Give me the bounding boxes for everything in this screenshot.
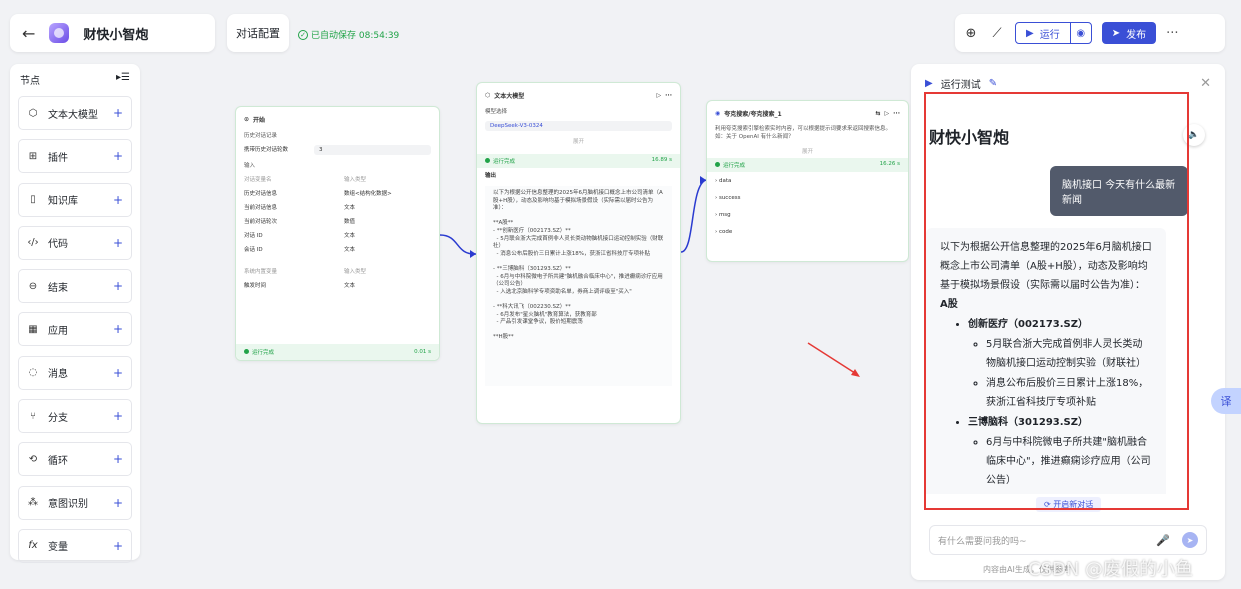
panel-title: 运行测试 bbox=[940, 80, 981, 91]
model-label: 模型选择 bbox=[485, 109, 508, 115]
output-label: 输出 bbox=[485, 173, 497, 179]
output-field: data bbox=[718, 178, 732, 184]
watermark: CSDN @废假的小鱼 bbox=[1028, 559, 1194, 580]
node-title: 夸克搜索/夸克搜索_1 bbox=[724, 111, 782, 118]
more-icon[interactable]: ··· bbox=[665, 92, 672, 99]
var-name: 对话 ID bbox=[244, 233, 263, 239]
swap-icon[interactable]: ⇆ bbox=[876, 110, 881, 117]
node-description: 利用夸克搜索引擎检索实时内容，可以根据提示词要求来返回搜索信息。如：关于 Ope… bbox=[715, 126, 892, 140]
search-node-icon: ◉ bbox=[715, 110, 721, 117]
status-text: 运行完成 bbox=[493, 159, 516, 165]
expand-toggle[interactable]: 展开 bbox=[477, 134, 680, 148]
var-name: 触发时间 bbox=[244, 283, 267, 289]
status-text: 运行完成 bbox=[252, 350, 275, 356]
var-type: 数值 bbox=[344, 219, 356, 225]
annotation-arrow bbox=[807, 342, 859, 376]
annotation-box bbox=[924, 92, 1189, 510]
input-label: 输入 bbox=[244, 163, 256, 169]
play-icon[interactable]: ▷ bbox=[657, 92, 662, 99]
node-title: 文本大模型 bbox=[494, 93, 525, 100]
node-llm[interactable]: ⬡ 文本大模型 ▷ ··· 模型选择 DeepSeek-V3-0324 展开 运行完成… bbox=[476, 82, 681, 424]
rounds-label: 携带历史对话轮数 bbox=[244, 147, 289, 153]
chat-input[interactable]: 有什么需要问我的吗~ 🎤 ➤ bbox=[929, 525, 1207, 555]
status-text: 运行完成 bbox=[723, 163, 746, 169]
play-icon[interactable]: ▷ bbox=[885, 110, 890, 117]
rounds-input[interactable]: 3 bbox=[314, 145, 431, 155]
var-name: 历史对话信息 bbox=[244, 191, 278, 197]
play-icon: ▶ bbox=[925, 78, 933, 89]
var-type: 文本 bbox=[344, 205, 356, 211]
var-type: 数组<结构化数据> bbox=[344, 191, 392, 197]
output-text: 以下为根据公开信息整理的2025年6月脑机接口概念上市公司清单（A股+H股），动… bbox=[485, 186, 672, 386]
start-icon: ⊙ bbox=[244, 116, 250, 123]
node-status: 运行完成 16.26 s bbox=[707, 158, 908, 172]
cube-icon: ⬡ bbox=[485, 92, 491, 99]
status-time: 16.89 s bbox=[651, 157, 672, 163]
expand-toggle[interactable]: 展开 bbox=[707, 144, 908, 158]
annotation-arrowhead bbox=[851, 369, 860, 377]
status-time: 0.01 s bbox=[414, 349, 431, 355]
status-time: 16.26 s bbox=[879, 161, 900, 167]
col-var: 对话变量名 bbox=[244, 177, 272, 183]
node-title: 开始 bbox=[253, 117, 266, 124]
sys-col: 输入类型 bbox=[344, 269, 367, 275]
translate-button[interactable]: 译 bbox=[1211, 388, 1241, 414]
output-field: msg bbox=[718, 212, 731, 218]
edge-llm-search bbox=[680, 179, 707, 253]
history-label: 历史对话记录 bbox=[244, 133, 278, 139]
edit-icon[interactable]: ✎ bbox=[989, 78, 997, 89]
sys-label: 系统内置变量 bbox=[244, 269, 278, 275]
node-search[interactable]: ◉ 夸克搜索/夸克搜索_1 ⇆ ▷ ··· 利用夸克搜索引擎检索实时内容，可以根据提示词… bbox=[706, 100, 909, 262]
node-status: 运行完成 0.01 s bbox=[236, 344, 439, 360]
input-placeholder: 有什么需要问我的吗~ bbox=[938, 536, 1027, 547]
output-field: success bbox=[718, 195, 741, 201]
node-status: 运行完成 16.89 s bbox=[477, 154, 680, 168]
microphone-icon[interactable]: 🎤 bbox=[1156, 534, 1170, 547]
close-icon[interactable]: ✕ bbox=[1200, 76, 1211, 91]
var-type: 文本 bbox=[344, 247, 356, 253]
node-start[interactable]: ⊙ 开始 历史对话记录 携带历史对话轮数 3 输入 对话变量名 输入类型 历史对话信息… bbox=[235, 106, 440, 361]
more-icon[interactable]: ··· bbox=[893, 110, 900, 117]
col-type: 输入类型 bbox=[344, 177, 367, 183]
model-select[interactable]: DeepSeek-V3-0324 bbox=[485, 121, 672, 131]
output-field: code bbox=[718, 229, 733, 235]
var-type: 文本 bbox=[344, 283, 356, 289]
var-name: 当前对话轮次 bbox=[244, 219, 278, 225]
var-name: 会话 ID bbox=[244, 247, 263, 253]
var-type: 文本 bbox=[344, 233, 356, 239]
send-icon[interactable]: ➤ bbox=[1182, 532, 1198, 548]
var-name: 当前对话信息 bbox=[244, 205, 278, 211]
